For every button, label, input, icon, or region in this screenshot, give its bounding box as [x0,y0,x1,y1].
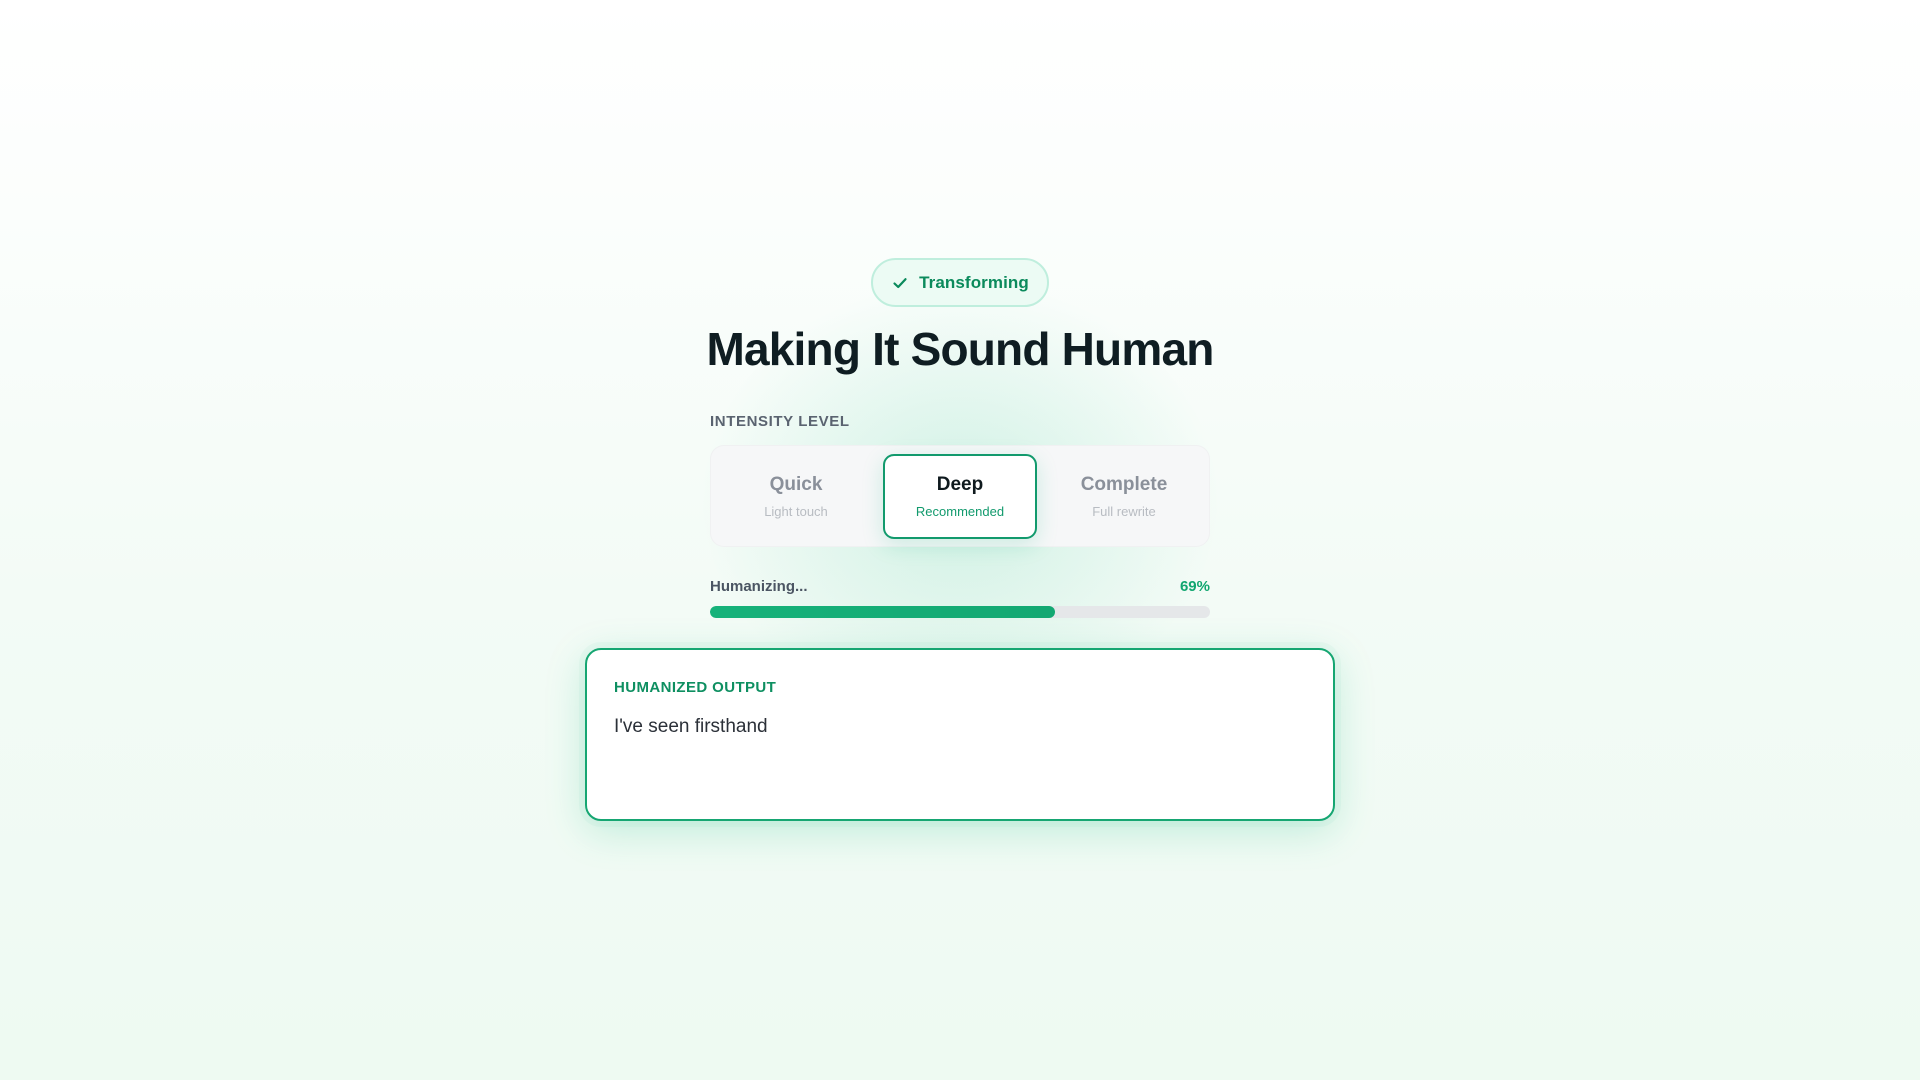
page-title: Making It Sound Human [706,323,1214,375]
progress-bar [710,606,1210,618]
intensity-option-quick[interactable]: Quick Light touch [719,454,873,539]
option-subtitle: Full rewrite [1092,504,1156,519]
check-icon [891,274,909,292]
progress-percent: 69% [1179,578,1210,595]
intensity-selector: Quick Light touch Deep Recommended Compl… [710,445,1210,547]
option-subtitle: Light touch [764,504,828,519]
status-badge: Transforming [871,258,1049,307]
status-label: Transforming [919,272,1029,292]
intensity-option-complete[interactable]: Complete Full rewrite [1047,454,1201,539]
intensity-option-deep[interactable]: Deep Recommended [883,454,1037,539]
output-text[interactable]: I've seen firsthand [614,716,768,738]
option-subtitle: Recommended [915,504,1005,519]
intensity-level-label: INTENSITY LEVEL [710,413,850,430]
option-title: Complete [1080,474,1168,495]
humanized-output-card: HUMANIZED OUTPUT I've seen firsthand [585,648,1335,821]
progress-fill [710,606,1055,618]
output-heading: HUMANIZED OUTPUT [614,679,777,696]
option-title: Quick [769,474,823,495]
progress-label: Humanizing... [710,578,808,595]
option-title: Deep [936,474,984,495]
